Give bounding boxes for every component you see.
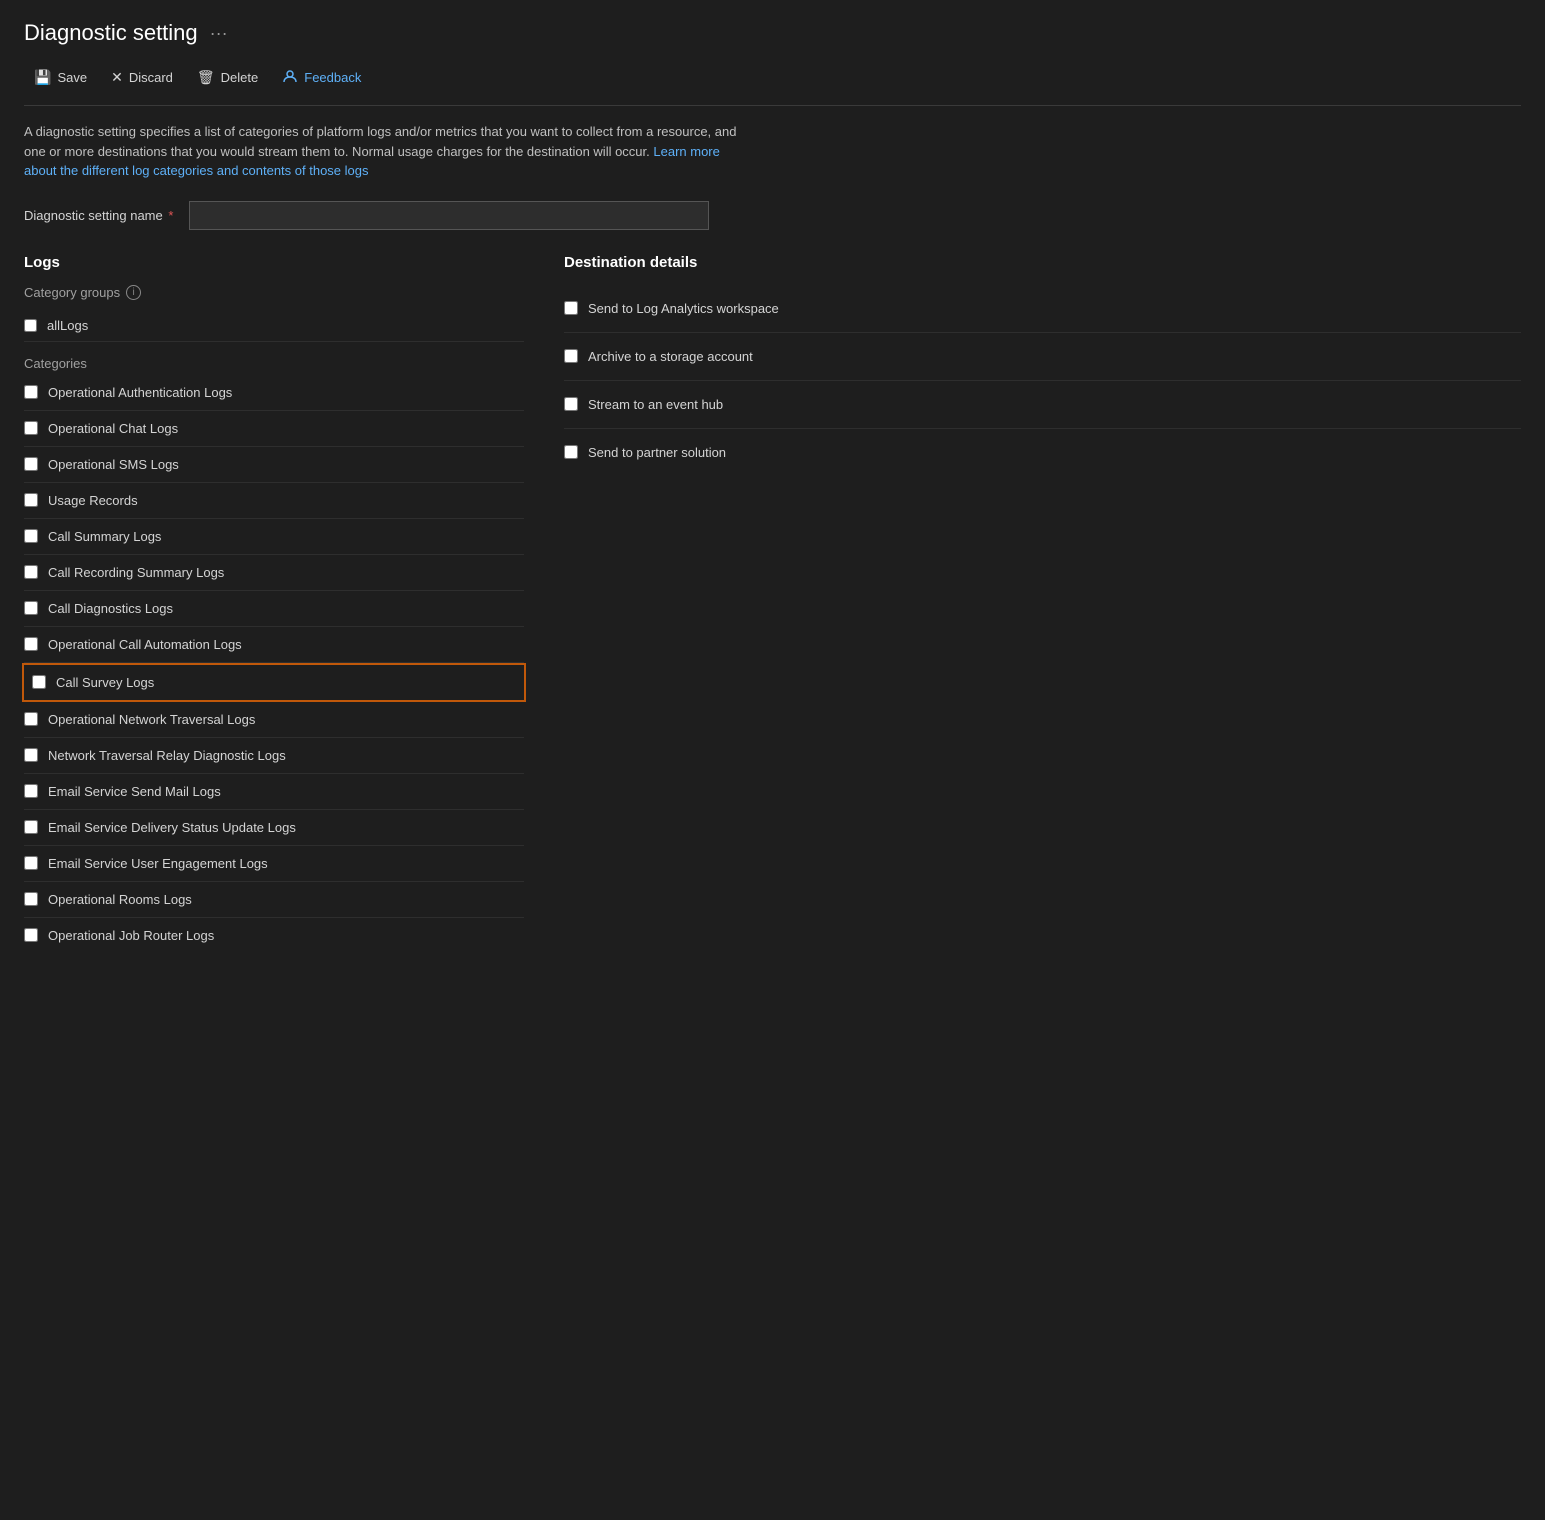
dest-item-partner-solution: Send to partner solution: [564, 429, 1521, 476]
categories-label: Categories: [24, 356, 524, 371]
log-checkbox-usage-records[interactable]: [24, 493, 38, 507]
dest-item-storage-account: Archive to a storage account: [564, 333, 1521, 381]
log-label-op-job-router[interactable]: Operational Job Router Logs: [48, 928, 214, 943]
log-label-op-chat[interactable]: Operational Chat Logs: [48, 421, 178, 436]
required-indicator: *: [165, 208, 174, 223]
dest-label-storage-account[interactable]: Archive to a storage account: [588, 349, 753, 364]
log-label-email-send-mail[interactable]: Email Service Send Mail Logs: [48, 784, 221, 799]
feedback-icon: [282, 68, 298, 87]
alllogs-label[interactable]: allLogs: [47, 318, 88, 333]
log-checkbox-op-job-router[interactable]: [24, 928, 38, 942]
dest-items-container: Send to Log Analytics workspace Archive t…: [564, 285, 1521, 476]
log-label-op-auth[interactable]: Operational Authentication Logs: [48, 385, 232, 400]
log-item-email-delivery-status: Email Service Delivery Status Update Log…: [24, 810, 524, 846]
log-label-op-sms[interactable]: Operational SMS Logs: [48, 457, 179, 472]
info-icon[interactable]: i: [126, 285, 141, 300]
log-label-email-user-engagement[interactable]: Email Service User Engagement Logs: [48, 856, 268, 871]
log-checkbox-op-sms[interactable]: [24, 457, 38, 471]
log-checkbox-email-delivery-status[interactable]: [24, 820, 38, 834]
log-label-call-summary[interactable]: Call Summary Logs: [48, 529, 161, 544]
save-label: Save: [57, 70, 87, 85]
alllogs-checkbox[interactable]: [24, 319, 37, 332]
log-item-op-job-router: Operational Job Router Logs: [24, 918, 524, 953]
log-label-email-delivery-status[interactable]: Email Service Delivery Status Update Log…: [48, 820, 296, 835]
log-items-container: Operational Authentication Logs Operation…: [24, 375, 524, 953]
log-item-network-traversal-relay: Network Traversal Relay Diagnostic Logs: [24, 738, 524, 774]
log-item-email-send-mail: Email Service Send Mail Logs: [24, 774, 524, 810]
log-checkbox-call-diagnostics[interactable]: [24, 601, 38, 615]
log-item-op-auth: Operational Authentication Logs: [24, 375, 524, 411]
log-item-call-diagnostics: Call Diagnostics Logs: [24, 591, 524, 627]
log-label-op-rooms[interactable]: Operational Rooms Logs: [48, 892, 192, 907]
log-item-op-chat: Operational Chat Logs: [24, 411, 524, 447]
log-item-op-rooms: Operational Rooms Logs: [24, 882, 524, 918]
log-checkbox-network-traversal-relay[interactable]: [24, 748, 38, 762]
delete-button[interactable]: 🗑 Delete: [187, 63, 268, 92]
description-text: A diagnostic setting specifies a list of…: [24, 122, 744, 181]
log-checkbox-op-call-automation[interactable]: [24, 637, 38, 651]
alllogs-section: allLogs: [24, 310, 524, 342]
dest-item-log-analytics: Send to Log Analytics workspace: [564, 285, 1521, 333]
log-item-email-user-engagement: Email Service User Engagement Logs: [24, 846, 524, 882]
log-checkbox-call-survey[interactable]: [32, 675, 46, 689]
destination-section-title: Destination details: [564, 254, 1521, 271]
setting-name-input[interactable]: [189, 201, 709, 230]
log-label-call-recording-summary[interactable]: Call Recording Summary Logs: [48, 565, 224, 580]
log-item-call-summary: Call Summary Logs: [24, 519, 524, 555]
dest-checkbox-event-hub[interactable]: [564, 397, 578, 411]
log-item-call-survey: Call Survey Logs: [22, 663, 526, 702]
dest-label-partner-solution[interactable]: Send to partner solution: [588, 445, 726, 460]
discard-label: Discard: [129, 70, 173, 85]
log-checkbox-op-chat[interactable]: [24, 421, 38, 435]
log-item-usage-records: Usage Records: [24, 483, 524, 519]
log-checkbox-op-rooms[interactable]: [24, 892, 38, 906]
dest-checkbox-storage-account[interactable]: [564, 349, 578, 363]
more-options-icon[interactable]: ···: [210, 23, 228, 44]
log-item-op-network-traversal: Operational Network Traversal Logs: [24, 702, 524, 738]
log-checkbox-op-network-traversal[interactable]: [24, 712, 38, 726]
log-checkbox-call-summary[interactable]: [24, 529, 38, 543]
toolbar: 💾 Save ✕ Discard 🗑 Delete Feedback: [24, 62, 1521, 106]
destination-section: Destination details Send to Log Analytic…: [564, 254, 1521, 476]
dest-checkbox-partner-solution[interactable]: [564, 445, 578, 459]
delete-icon: 🗑: [197, 69, 215, 86]
log-checkbox-email-send-mail[interactable]: [24, 784, 38, 798]
dest-label-event-hub[interactable]: Stream to an event hub: [588, 397, 723, 412]
log-label-op-network-traversal[interactable]: Operational Network Traversal Logs: [48, 712, 255, 727]
logs-section-title: Logs: [24, 254, 524, 271]
log-checkbox-call-recording-summary[interactable]: [24, 565, 38, 579]
feedback-label: Feedback: [304, 70, 361, 85]
log-label-call-diagnostics[interactable]: Call Diagnostics Logs: [48, 601, 173, 616]
logs-section: Logs Category groups i allLogs Categorie…: [24, 254, 524, 953]
discard-icon: ✕: [111, 69, 123, 86]
discard-button[interactable]: ✕ Discard: [101, 63, 183, 92]
page-container: Diagnostic setting ··· 💾 Save ✕ Discard …: [0, 0, 1545, 973]
dest-item-event-hub: Stream to an event hub: [564, 381, 1521, 429]
alllogs-row: allLogs: [24, 310, 524, 342]
log-checkbox-email-user-engagement[interactable]: [24, 856, 38, 870]
save-button[interactable]: 💾 Save: [24, 63, 97, 92]
log-checkbox-op-auth[interactable]: [24, 385, 38, 399]
category-groups-label: Category groups i: [24, 285, 524, 300]
setting-name-label: Diagnostic setting name *: [24, 208, 173, 223]
page-title: Diagnostic setting: [24, 20, 198, 46]
page-title-row: Diagnostic setting ···: [24, 20, 1521, 46]
dest-checkbox-log-analytics[interactable]: [564, 301, 578, 315]
save-icon: 💾: [34, 69, 51, 86]
log-label-op-call-automation[interactable]: Operational Call Automation Logs: [48, 637, 242, 652]
log-item-op-sms: Operational SMS Logs: [24, 447, 524, 483]
main-content: Logs Category groups i allLogs Categorie…: [24, 254, 1521, 953]
log-label-network-traversal-relay[interactable]: Network Traversal Relay Diagnostic Logs: [48, 748, 286, 763]
feedback-button[interactable]: Feedback: [272, 62, 371, 93]
log-label-call-survey[interactable]: Call Survey Logs: [56, 675, 154, 690]
log-label-usage-records[interactable]: Usage Records: [48, 493, 138, 508]
delete-label: Delete: [221, 70, 259, 85]
setting-name-row: Diagnostic setting name *: [24, 201, 1521, 230]
log-item-op-call-automation: Operational Call Automation Logs: [24, 627, 524, 663]
log-item-call-recording-summary: Call Recording Summary Logs: [24, 555, 524, 591]
dest-label-log-analytics[interactable]: Send to Log Analytics workspace: [588, 301, 779, 316]
